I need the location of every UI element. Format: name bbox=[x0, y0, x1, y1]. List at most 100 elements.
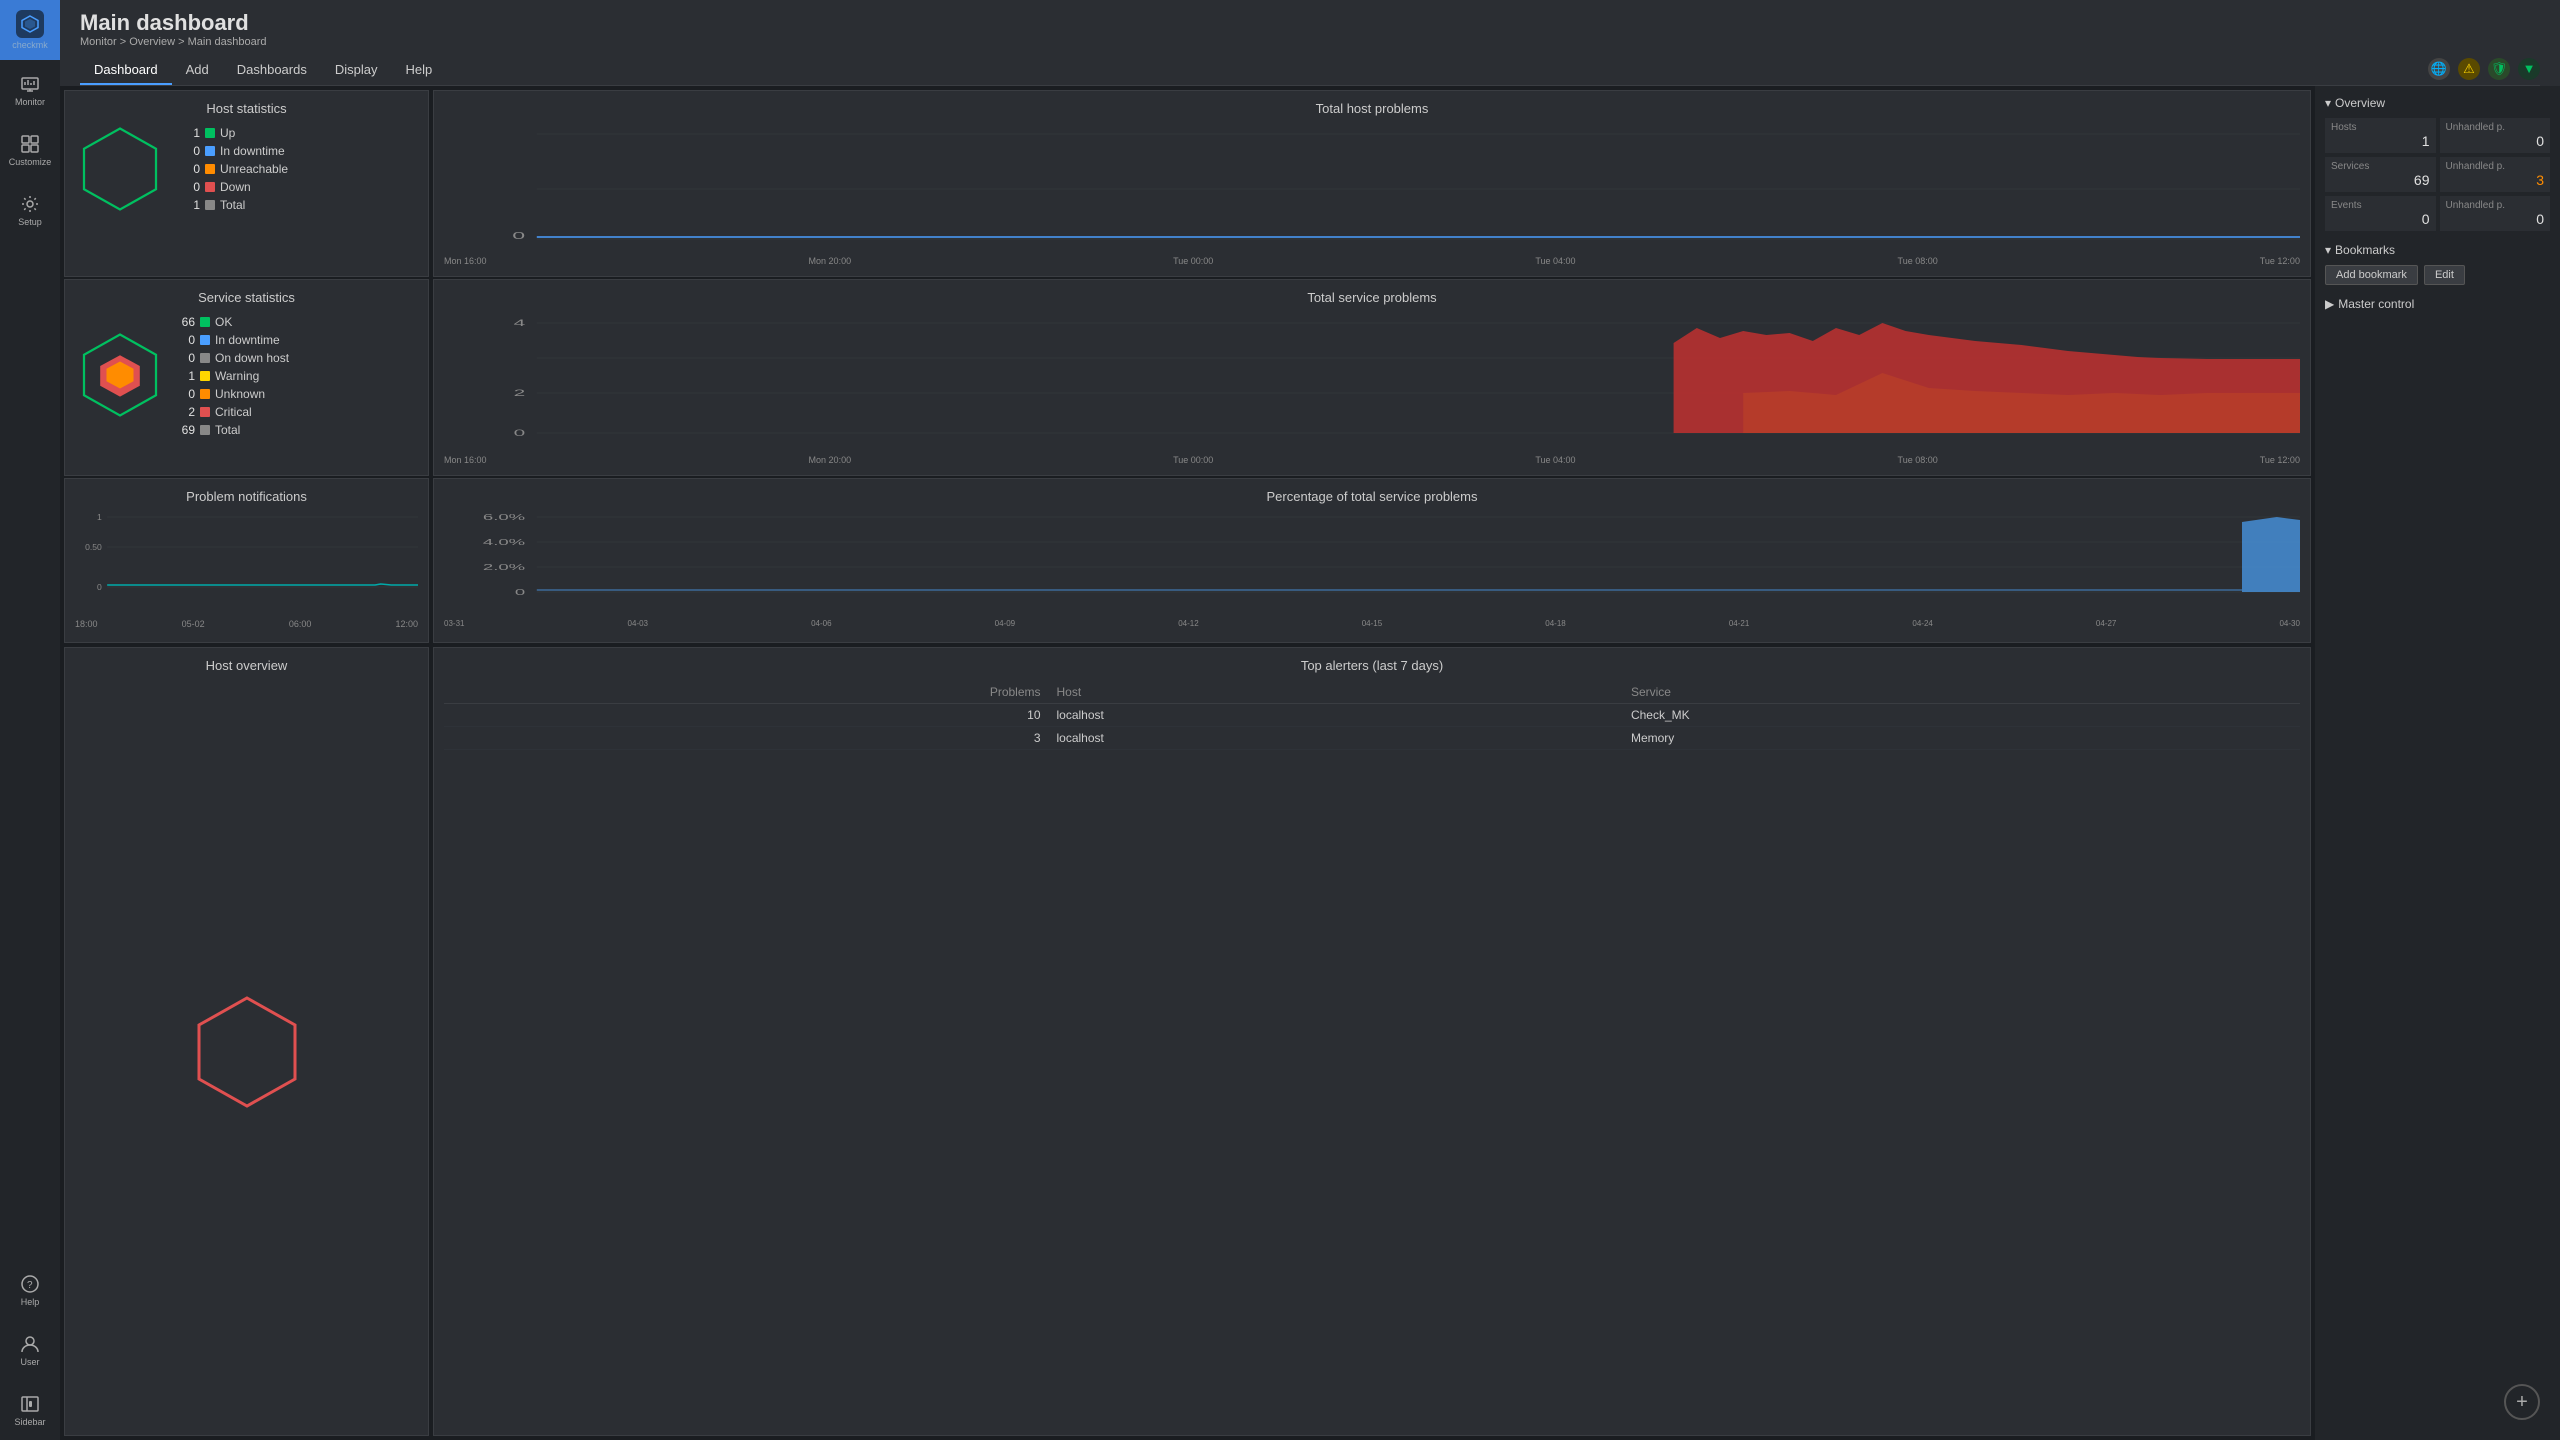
pct-service-problems-panel: Percentage of total service problems 6.0… bbox=[433, 478, 2311, 643]
svc-stat-downhost[interactable]: 0 On down host bbox=[175, 349, 289, 367]
col-host: Host bbox=[1049, 681, 1623, 704]
svg-text:2: 2 bbox=[514, 388, 526, 398]
service-stats-list: 66 OK 0 In downtime 0 bbox=[175, 313, 289, 439]
alerter-service-2: Memory bbox=[1623, 727, 2300, 750]
svg-text:0: 0 bbox=[515, 588, 525, 597]
alerter-service-1: Check_MK bbox=[1623, 704, 2300, 727]
service-hexagon-container bbox=[75, 330, 165, 423]
svc-stat-warning[interactable]: 1 Warning bbox=[175, 367, 289, 385]
nav-item-help[interactable]: Help bbox=[391, 56, 446, 85]
nav-icon-filter[interactable]: ▼ bbox=[2518, 58, 2540, 80]
pct-chart-x-labels: 03-31 04-03 04-06 04-09 04-12 04-15 04-1… bbox=[444, 619, 2300, 628]
alerter-problems-1: 10 bbox=[444, 704, 1049, 727]
sidebar-item-sidebar[interactable]: Sidebar bbox=[0, 1380, 60, 1440]
nav-icon-shield[interactable]: 🛡 bbox=[2488, 58, 2510, 80]
service-hexagon bbox=[75, 330, 165, 420]
total-service-problems-panel: Total service problems 4 2 0 bbox=[433, 279, 2311, 476]
host-stat-unreachable[interactable]: 0 Unreachable bbox=[180, 160, 288, 178]
total-service-problems-chart: 4 2 0 bbox=[444, 313, 2300, 453]
sidebar-item-help[interactable]: ? Help bbox=[0, 1260, 60, 1320]
svc-stat-unknown[interactable]: 0 Unknown bbox=[175, 385, 289, 403]
host-stats-content: 1 Up 0 In downtime 0 bbox=[75, 124, 418, 214]
stat-services: Services 69 bbox=[2325, 157, 2436, 192]
sidebar-item-setup[interactable]: Setup bbox=[0, 180, 60, 240]
main-content: Main dashboard Monitor > Overview > Main… bbox=[60, 0, 2560, 1440]
host-stat-up[interactable]: 1 Up bbox=[180, 124, 288, 142]
svg-text:1: 1 bbox=[97, 512, 102, 522]
edit-bookmark-button[interactable]: Edit bbox=[2424, 265, 2465, 285]
down-dot bbox=[205, 182, 215, 192]
nav-item-dashboards[interactable]: Dashboards bbox=[223, 56, 321, 85]
total-host-problems-title: Total host problems bbox=[444, 101, 2300, 116]
help-icon: ? bbox=[20, 1274, 40, 1294]
sidebar-item-monitor[interactable]: Dashboard Monitor bbox=[0, 60, 60, 120]
problem-notifications-chart: 1 0.50 0 bbox=[75, 512, 418, 617]
total-dot bbox=[205, 200, 215, 210]
nav-item-display[interactable]: Display bbox=[321, 56, 392, 85]
app-logo[interactable]: checkmk bbox=[0, 0, 60, 60]
topbar: Main dashboard Monitor > Overview > Main… bbox=[60, 0, 2560, 86]
overview-section-title[interactable]: ▾ Overview bbox=[2325, 96, 2550, 110]
problem-notifications-title: Problem notifications bbox=[75, 489, 418, 504]
bookmarks-section-title[interactable]: ▾ Bookmarks bbox=[2325, 243, 2550, 257]
customize-icon bbox=[20, 134, 40, 154]
nav-icon-globe[interactable]: 🌐 bbox=[2428, 58, 2450, 80]
col-service: Service bbox=[1623, 681, 2300, 704]
svg-text:4: 4 bbox=[514, 318, 526, 328]
service-stats-content: 66 OK 0 In downtime 0 bbox=[75, 313, 418, 439]
host-overview-title: Host overview bbox=[65, 658, 428, 673]
host-stat-total[interactable]: 1 Total bbox=[180, 196, 288, 214]
master-control-section[interactable]: ▶ Master control bbox=[2325, 297, 2550, 311]
host-overview-panel: Host overview bbox=[64, 647, 429, 1436]
alerter-problems-2: 3 bbox=[444, 727, 1049, 750]
host-statistics-panel: Host statistics 1 Up 0 bbox=[64, 90, 429, 277]
add-bookmark-button[interactable]: Add bookmark bbox=[2325, 265, 2418, 285]
sidebar-item-customize[interactable]: Customize bbox=[0, 120, 60, 180]
pct-service-problems-title: Percentage of total service problems bbox=[444, 489, 2300, 504]
stat-hosts: Hosts 1 bbox=[2325, 118, 2436, 153]
host-stat-downtime[interactable]: 0 In downtime bbox=[180, 142, 288, 160]
unreachable-dot bbox=[205, 164, 215, 174]
top-alerters-title: Top alerters (last 7 days) bbox=[444, 658, 2300, 673]
total-host-problems-panel: Total host problems 0 bbox=[433, 90, 2311, 277]
nav-item-dashboard[interactable]: Dashboard bbox=[80, 56, 172, 85]
host-stat-down[interactable]: 0 Down bbox=[180, 178, 288, 196]
logo-label: checkmk bbox=[12, 40, 48, 50]
page-title: Main dashboard bbox=[80, 10, 2540, 36]
right-sidebar: ▾ Overview Hosts 1 Unhandled p. 0 Servic… bbox=[2315, 86, 2560, 1440]
nav-item-add[interactable]: Add bbox=[172, 56, 223, 85]
overview-grid: Hosts 1 Unhandled p. 0 Services 69 Unhan… bbox=[2325, 118, 2550, 231]
alerter-host-1: localhost bbox=[1049, 704, 1623, 727]
host-hexagon bbox=[75, 124, 165, 214]
svg-text:6.0%: 6.0% bbox=[483, 513, 526, 522]
logo-icon bbox=[16, 10, 44, 38]
total-service-problems-title: Total service problems bbox=[444, 290, 2300, 305]
col-problems: Problems bbox=[444, 681, 1049, 704]
sidebar-bottom: ? Help User Sidebar bbox=[0, 1260, 60, 1440]
service-chart-x-labels: Mon 16:00 Mon 20:00 Tue 00:00 Tue 04:00 … bbox=[444, 455, 2300, 465]
bookmark-buttons: Add bookmark Edit bbox=[2325, 265, 2550, 285]
sidebar-item-user[interactable]: User bbox=[0, 1320, 60, 1380]
host-stats-list: 1 Up 0 In downtime 0 bbox=[180, 124, 288, 214]
host-overview-hexagon bbox=[187, 992, 307, 1112]
service-statistics-title: Service statistics bbox=[75, 290, 418, 305]
svc-stat-downtime[interactable]: 0 In downtime bbox=[175, 331, 289, 349]
add-dashboard-button[interactable]: + bbox=[2504, 1384, 2540, 1420]
alerter-row-2[interactable]: 3 localhost Memory bbox=[444, 727, 2300, 750]
svg-text:0: 0 bbox=[512, 230, 525, 241]
svc-stat-critical[interactable]: 2 Critical bbox=[175, 403, 289, 421]
sidebar-toggle-icon bbox=[20, 1394, 40, 1414]
svg-text:0: 0 bbox=[514, 428, 526, 438]
gear-icon bbox=[20, 194, 40, 214]
alerter-row-1[interactable]: 10 localhost Check_MK bbox=[444, 704, 2300, 727]
svc-stat-ok[interactable]: 66 OK bbox=[175, 313, 289, 331]
stat-events: Events 0 bbox=[2325, 196, 2436, 231]
stat-unhandled-services: Unhandled p. 3 bbox=[2440, 157, 2551, 192]
svg-text:0: 0 bbox=[97, 582, 102, 592]
nav-icon-warning[interactable]: ⚠ bbox=[2458, 58, 2480, 80]
nav-bar: Dashboard Add Dashboards Display Help 🌐 … bbox=[80, 56, 2540, 86]
monitor-icon bbox=[20, 74, 40, 94]
svc-stat-total[interactable]: 69 Total bbox=[175, 421, 289, 439]
ok-dot bbox=[200, 317, 210, 327]
stat-unhandled-hosts: Unhandled p. 0 bbox=[2440, 118, 2551, 153]
